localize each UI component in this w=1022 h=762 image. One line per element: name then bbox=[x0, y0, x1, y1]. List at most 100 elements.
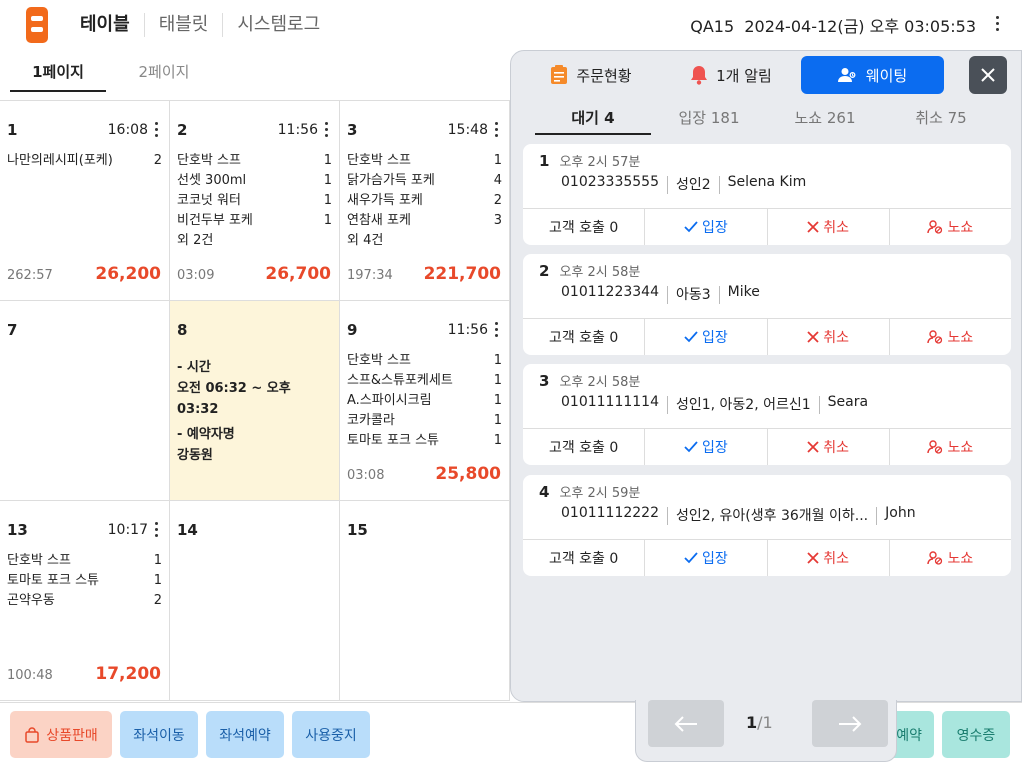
table-menu-icon[interactable] bbox=[495, 122, 499, 140]
enter-button[interactable]: 입장 bbox=[645, 319, 768, 355]
table-number: 13 bbox=[7, 521, 28, 539]
table-menu-icon[interactable] bbox=[495, 322, 499, 340]
table-card-7[interactable]: 7 bbox=[0, 301, 170, 501]
elapsed-time: 262:57 bbox=[7, 268, 53, 283]
noshow-button[interactable]: 노쇼 bbox=[890, 429, 1011, 465]
product-sale-button[interactable]: 상품판매 bbox=[10, 711, 112, 758]
prev-page-button[interactable] bbox=[648, 700, 724, 747]
table-time: 11:56 bbox=[447, 322, 488, 338]
tab-order-status[interactable]: 주문현황 bbox=[521, 56, 661, 94]
table-time: 16:08 bbox=[107, 122, 148, 138]
seat-move-button[interactable]: 좌석이동 bbox=[120, 711, 198, 758]
call-customer-button[interactable]: 고객 호출 0 bbox=[523, 429, 646, 465]
table-number: 2 bbox=[177, 121, 188, 139]
order-item: 단호박 스프 1 bbox=[347, 353, 502, 368]
table-card-1[interactable]: 1 16:08 나만의레시피(포케) 2 262:57 26,200 bbox=[0, 101, 170, 301]
table-card-3[interactable]: 3 15:48 단호박 스프 1 닭가슴가득 포케 4 새우가득 포케 2 연참새 포케… bbox=[340, 101, 510, 301]
call-customer-button[interactable]: 고객 호출 0 bbox=[523, 319, 646, 355]
tab-waiting-list[interactable]: 대기 4 bbox=[535, 109, 651, 135]
table-card-15[interactable]: 15 bbox=[340, 501, 510, 701]
elapsed-time: 197:34 bbox=[347, 268, 393, 283]
enter-button[interactable]: 입장 bbox=[645, 429, 768, 465]
call-customer-button[interactable]: 고객 호출 0 bbox=[523, 209, 646, 245]
table-card-9[interactable]: 9 11:56 단호박 스프 1 스프&스튜포케세트 1 A.스파이시크림 1 코카콜라… bbox=[340, 301, 510, 501]
party-size: 성인2, 유아(생후 36개월 이하... bbox=[675, 508, 869, 524]
waiting-time: 오후 2시 57분 bbox=[559, 155, 641, 170]
check-icon bbox=[684, 552, 698, 564]
noshow-button[interactable]: 노쇼 bbox=[890, 319, 1011, 355]
cancel-button[interactable]: 취소 bbox=[768, 429, 890, 465]
receipt-button[interactable]: 영수증 bbox=[942, 711, 1010, 758]
shopping-bag-icon bbox=[25, 726, 39, 743]
order-extra: 외 2건 bbox=[177, 233, 214, 248]
order-item: 연참새 포케 3 bbox=[347, 213, 502, 228]
seat-reserve-button[interactable]: 좌석예약 bbox=[206, 711, 284, 758]
table-number: 14 bbox=[177, 521, 198, 539]
order-item: 나만의레시피(포케) 2 bbox=[7, 153, 162, 168]
phone-number: 01011111114 bbox=[561, 394, 659, 410]
check-icon bbox=[684, 441, 698, 453]
order-item: 토마토 포크 스튜 1 bbox=[7, 573, 162, 588]
table-card-2[interactable]: 2 11:56 단호박 스프 1 선셋 300ml 1 코코넛 워터 1 비건두부 포케… bbox=[170, 101, 340, 301]
more-menu-icon[interactable] bbox=[994, 14, 1000, 34]
party-size: 아동3 bbox=[675, 287, 711, 303]
tab-page-2[interactable]: 2페이지 bbox=[116, 56, 212, 92]
customer-name: Mike bbox=[727, 284, 760, 300]
waiting-number: 3 bbox=[539, 372, 550, 390]
waiting-time: 오후 2시 58분 bbox=[559, 265, 641, 280]
table-menu-icon[interactable] bbox=[155, 522, 159, 540]
phone-number: 01011112222 bbox=[561, 505, 659, 521]
waiting-number: 4 bbox=[539, 483, 550, 501]
tab-system-log[interactable]: 시스템로그 bbox=[223, 13, 334, 37]
waiting-panel: 주문현황 1개 알림 웨이팅 대기 4 입장 181 노쇼 261 취소 75 … bbox=[510, 50, 1022, 702]
tab-cancelled[interactable]: 취소 75 bbox=[883, 109, 999, 135]
tab-alarm[interactable]: 1개 알림 bbox=[661, 56, 801, 94]
tab-table[interactable]: 테이블 bbox=[66, 13, 145, 37]
table-menu-icon[interactable] bbox=[325, 122, 329, 140]
close-panel-button[interactable] bbox=[969, 56, 1007, 94]
tab-noshow[interactable]: 노쇼 261 bbox=[767, 109, 883, 135]
order-item: 스프&스튜포케세트 1 bbox=[347, 373, 502, 388]
bell-icon bbox=[691, 66, 708, 85]
close-icon bbox=[981, 68, 995, 82]
cancel-button[interactable]: 취소 bbox=[768, 209, 890, 245]
table-card-14[interactable]: 14 bbox=[170, 501, 340, 701]
table-time: 15:48 bbox=[447, 122, 488, 138]
cancel-button[interactable]: 취소 bbox=[768, 540, 890, 576]
noshow-button[interactable]: 노쇼 bbox=[890, 209, 1011, 245]
noshow-button[interactable]: 노쇼 bbox=[890, 540, 1011, 576]
enter-button[interactable]: 입장 bbox=[645, 540, 768, 576]
stop-use-button[interactable]: 사용중지 bbox=[292, 711, 370, 758]
cancel-button[interactable]: 취소 bbox=[768, 319, 890, 355]
order-item: 토마토 포크 스튜 1 bbox=[347, 433, 502, 448]
table-card-8[interactable]: 8 - 시간 오전 06:32 ~ 오후 03:32 - 예약자명 강동원 bbox=[170, 301, 340, 501]
pagination: 1/1 bbox=[635, 700, 897, 762]
status-info: QA15 2024-04-12(금) 오후 03:05:53 bbox=[690, 17, 976, 36]
waiting-card: 4 오후 2시 59분 01011112222 성인2, 유아(생후 36개월 이하… bbox=[523, 475, 1011, 576]
table-card-13[interactable]: 13 10:17 단호박 스프 1 토마토 포크 스튜 1 곤약우동 2 100:48 1… bbox=[0, 501, 170, 701]
tab-tablet[interactable]: 태블릿 bbox=[145, 13, 224, 37]
table-menu-icon[interactable] bbox=[155, 122, 159, 140]
table-number: 15 bbox=[347, 521, 368, 539]
order-item: 닭가슴가득 포케 4 bbox=[347, 173, 502, 188]
party-size: 성인2 bbox=[675, 177, 711, 193]
tab-entered[interactable]: 입장 181 bbox=[651, 109, 767, 135]
customer-name: Seara bbox=[827, 394, 869, 410]
check-icon bbox=[684, 221, 698, 233]
user-block-icon bbox=[927, 220, 943, 234]
user-block-icon bbox=[927, 330, 943, 344]
order-item: 단호박 스프 1 bbox=[177, 153, 332, 168]
waiting-card: 1 오후 2시 57분 01023335555 성인2 Selena Kim 고객 호… bbox=[523, 144, 1011, 245]
tab-waiting[interactable]: 웨이팅 bbox=[801, 56, 944, 94]
call-customer-button[interactable]: 고객 호출 0 bbox=[523, 540, 646, 576]
table-time: 10:17 bbox=[107, 522, 148, 538]
table-price: 17,200 bbox=[95, 664, 161, 684]
close-icon bbox=[807, 552, 819, 564]
close-icon bbox=[807, 441, 819, 453]
enter-button[interactable]: 입장 bbox=[645, 209, 768, 245]
tab-page-1[interactable]: 1페이지 bbox=[10, 56, 106, 92]
order-item: 곤약우동 2 bbox=[7, 593, 162, 608]
waiting-time: 오후 2시 58분 bbox=[559, 375, 641, 390]
next-page-button[interactable] bbox=[812, 700, 888, 747]
page-indicator: 1/1 bbox=[746, 713, 773, 732]
